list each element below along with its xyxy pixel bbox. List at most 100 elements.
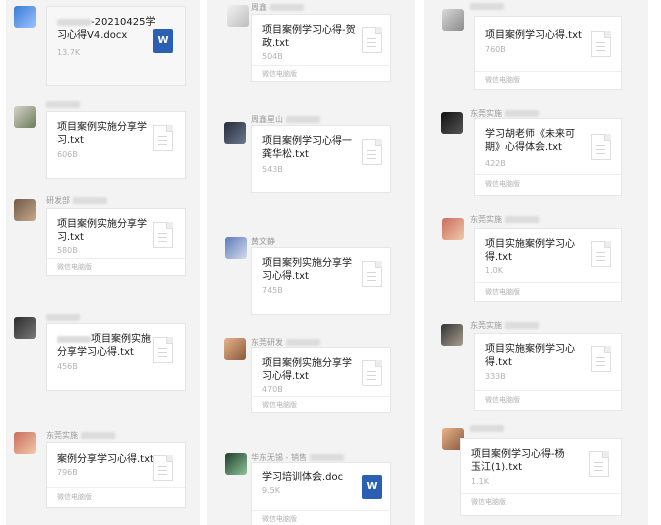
file-size: 1.1K <box>471 477 489 486</box>
file-card[interactable]: 项目实施案例学习心 得.txt 333B 微信电脑版 <box>474 333 622 411</box>
file-card[interactable]: 项目实施案例学习心 得.txt 1.0K 微信电脑版 <box>474 228 622 302</box>
file-card[interactable]: 项目案例实施 分享学习心得.txt 456B <box>46 323 186 391</box>
file-size: 422B <box>485 159 506 168</box>
file-card[interactable]: 学习胡老师《未来可 期》心得体会.txt 422B 微信电脑版 <box>474 118 622 196</box>
redacted-text <box>309 454 344 461</box>
source-label: 微信电脑版 <box>262 401 297 409</box>
file-message: 东莞实施 项目实施案例学习心 得.txt 1.0K 微信电脑版 <box>424 212 648 302</box>
chat-column-2: 周鑫 项目案例学习心得-贺 政.txt 504B 微信电脑版 周鑫星山 项目案例… <box>207 0 415 525</box>
file-name: 项目案例学习心得-杨 玉江(1).txt <box>471 449 565 473</box>
file-message: 研发部 项目案例实施分享学 习.txt 580B 微信电脑版 <box>6 193 200 283</box>
file-message: 项目案例学习心得.txt 760B 微信电脑版 <box>424 0 648 100</box>
sender-name: 周鑫星山 <box>251 114 320 125</box>
file-card[interactable]: 学习培训体会.doc 9.5K 微信电脑版 W <box>251 462 391 525</box>
source-label: 微信电脑版 <box>485 180 520 188</box>
txt-file-icon <box>153 125 173 151</box>
file-size: 13.7K <box>57 48 81 57</box>
file-card[interactable]: -20210425学 习心得V4.docx 13.7K W <box>46 6 186 86</box>
avatar[interactable] <box>442 218 464 240</box>
redacted-text <box>470 3 504 10</box>
file-card[interactable]: 项目案例实施分享学 习.txt 606B <box>46 111 186 179</box>
file-message: 东莞实施 案例分享学习心得.txt 796B 微信电脑版 <box>6 428 200 518</box>
file-name: 项目案例实施分享学 习心得.txt <box>262 358 352 382</box>
avatar[interactable] <box>14 317 36 339</box>
avatar[interactable] <box>442 9 464 31</box>
file-name: 项目案例学习心得-贺 政.txt <box>262 25 356 49</box>
source-label: 微信电脑版 <box>57 263 92 271</box>
avatar[interactable] <box>224 338 246 360</box>
avatar[interactable] <box>225 453 247 475</box>
avatar[interactable] <box>441 324 463 346</box>
redacted-text <box>269 4 304 11</box>
file-card[interactable]: 案例分享学习心得.txt 796B 微信电脑版 <box>46 442 186 508</box>
avatar[interactable] <box>441 112 463 134</box>
word-file-icon: W <box>153 29 173 53</box>
file-size: 456B <box>57 362 78 371</box>
txt-file-icon <box>591 346 611 372</box>
avatar[interactable] <box>224 122 246 144</box>
divider <box>47 487 185 488</box>
file-name: 学习胡老师《未来可 期》心得体会.txt <box>485 129 575 153</box>
source-label: 微信电脑版 <box>57 493 92 501</box>
txt-file-icon <box>362 360 382 386</box>
file-size: 470B <box>262 385 283 394</box>
redacted-text <box>504 110 539 117</box>
file-message: 周鑫星山 项目案例学习心得一 龚华松.txt 543B <box>207 112 415 202</box>
redacted-text <box>285 116 320 123</box>
avatar[interactable] <box>14 106 36 128</box>
redacted-text <box>46 101 80 108</box>
txt-file-icon <box>153 222 173 248</box>
file-card[interactable]: 项目案列实施分享学 习心得.txt 745B <box>251 247 391 315</box>
file-card[interactable]: 项目案例学习心得-杨 玉江(1).txt 1.1K 微信电脑版 <box>460 438 622 516</box>
file-message: 华东无锡 - 销售 学习培训体会.doc 9.5K 微信电脑版 W <box>207 450 415 525</box>
sender-name <box>46 313 80 322</box>
divider <box>475 390 621 391</box>
avatar[interactable] <box>14 432 36 454</box>
avatar[interactable] <box>225 237 247 259</box>
source-label: 微信电脑版 <box>485 288 520 296</box>
avatar[interactable] <box>227 5 249 27</box>
redacted-text <box>57 335 91 343</box>
txt-file-icon <box>591 241 611 267</box>
file-message: 东莞实施 项目实施案例学习心 得.txt 333B 微信电脑版 <box>424 318 648 413</box>
file-name: 学习培训体会.doc <box>262 472 344 483</box>
avatar[interactable] <box>14 199 36 221</box>
file-message: -20210425学 习心得V4.docx 13.7K W <box>6 0 200 95</box>
file-card[interactable]: 项目案例学习心得一 龚华松.txt 543B <box>251 125 391 193</box>
file-card[interactable]: 项目案例学习心得.txt 760B 微信电脑版 <box>474 16 622 90</box>
sender-name <box>470 424 504 433</box>
file-size: 580B <box>57 246 78 255</box>
sender-name: 周鑫 <box>251 2 304 13</box>
txt-file-icon <box>589 451 609 477</box>
source-label: 微信电脑版 <box>485 396 520 404</box>
file-size: 1.0K <box>485 266 503 275</box>
file-name: 项目案例实施分享学 习.txt <box>57 219 147 243</box>
file-message: 黄文静 项目案列实施分享学 习心得.txt 745B <box>207 234 415 324</box>
file-name: 项目案例学习心得.txt <box>485 30 582 41</box>
redacted-text <box>504 216 539 223</box>
file-size: 606B <box>57 150 78 159</box>
file-message: 周鑫 项目案例学习心得-贺 政.txt 504B 微信电脑版 <box>207 0 415 84</box>
chat-history-collage: -20210425学 习心得V4.docx 13.7K W 项目案例实施分享学 … <box>0 0 661 525</box>
redacted-text <box>80 432 115 439</box>
txt-file-icon <box>153 455 173 481</box>
file-size: 543B <box>262 165 283 174</box>
divider <box>475 174 621 175</box>
file-message: 东莞研发 项目案例实施分享学 习心得.txt 470B 微信电脑版 <box>207 335 415 415</box>
file-card[interactable]: 项目案例实施分享学 习心得.txt 470B 微信电脑版 <box>251 347 391 413</box>
file-card[interactable]: 项目案例学习心得-贺 政.txt 504B 微信电脑版 <box>251 14 391 82</box>
divider <box>252 510 390 511</box>
source-label: 微信电脑版 <box>262 515 297 523</box>
file-name: 项目案列实施分享学 习心得.txt <box>262 258 352 282</box>
chat-column-3: 项目案例学习心得.txt 760B 微信电脑版 东莞实施 学习胡老师《未来可 期… <box>424 0 648 525</box>
file-name: 项目实施案例学习心 得.txt <box>485 344 575 368</box>
redacted-text <box>72 197 107 204</box>
redacted-text <box>504 322 539 329</box>
avatar[interactable] <box>14 6 36 28</box>
txt-file-icon <box>362 27 382 53</box>
source-label: 微信电脑版 <box>262 70 297 78</box>
sender-name: 研发部 <box>46 195 107 206</box>
file-card[interactable]: 项目案例实施分享学 习.txt 580B 微信电脑版 <box>46 208 186 276</box>
txt-file-icon <box>362 139 382 165</box>
divider <box>475 71 621 72</box>
